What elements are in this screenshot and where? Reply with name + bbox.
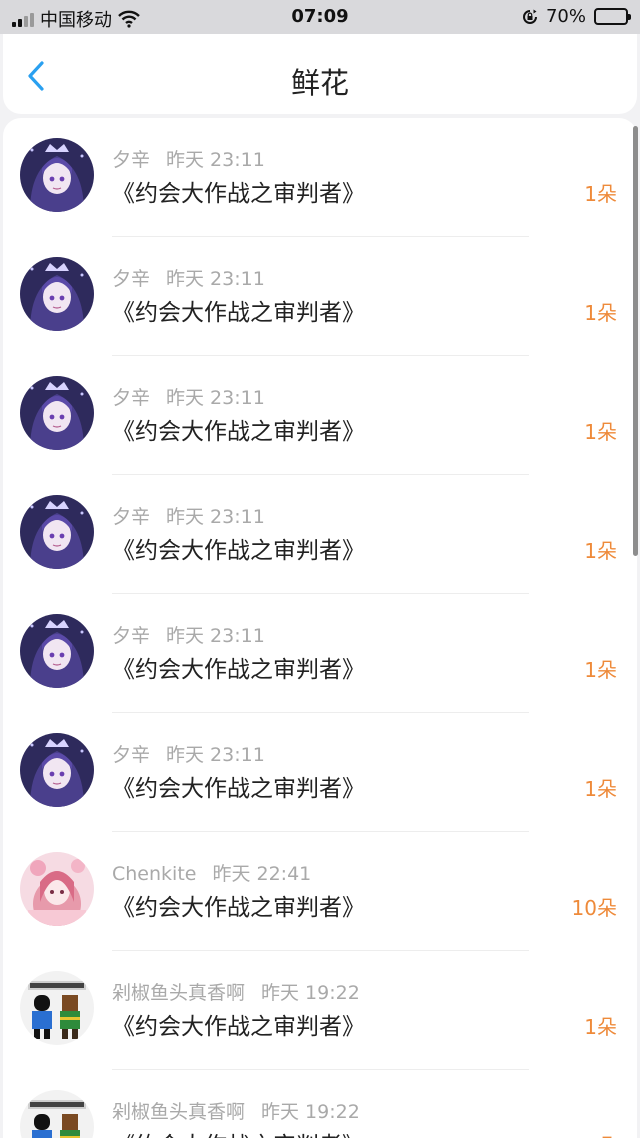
flower-count: 10朵: [571, 896, 617, 920]
flower-count: 1朵: [584, 658, 617, 682]
list-item[interactable]: 剁椒鱼头真香啊昨天 19:22《约会大作战之审判者》1朵: [3, 951, 637, 1070]
work-title[interactable]: 《约会大作战之审判者》: [112, 1126, 365, 1138]
list-item[interactable]: 夕辛 昨天 23:11 《约会大作战之审判者》 1朵: [3, 713, 637, 832]
username[interactable]: 剁椒鱼头真香啊: [112, 982, 245, 1004]
work-title[interactable]: 《约会大作战之审判者》: [112, 650, 365, 684]
work-title[interactable]: 《约会大作战之审判者》: [112, 531, 365, 565]
timestamp: 昨天 19:22: [261, 982, 360, 1004]
orientation-lock-icon: [523, 9, 537, 24]
username[interactable]: Chenkite: [112, 863, 196, 885]
work-title[interactable]: 《约会大作战之审判者》: [112, 888, 365, 922]
pixel-characters-avatar[interactable]: [20, 1090, 94, 1138]
flower-list: 夕辛 昨天 23:11 《约会大作战之审判者》 1朵 夕辛 昨天 23:11 《约会大作战之…: [3, 118, 637, 1138]
flower-count: 1朵: [584, 420, 617, 444]
username[interactable]: 夕辛: [112, 625, 150, 647]
status-bar: 中国移动 07:09 70%: [0, 0, 640, 34]
anime-girl-purple-avatar[interactable]: [20, 495, 94, 569]
timestamp: 昨天 23:11: [166, 149, 265, 171]
list-item[interactable]: 夕辛 昨天 23:11 《约会大作战之审判者》 1朵: [3, 237, 637, 356]
battery-percent: 70%: [545, 6, 586, 27]
username[interactable]: 夕辛: [112, 506, 150, 528]
scrollbar[interactable]: [633, 126, 638, 556]
item-meta: 夕辛 昨天 23:11: [112, 383, 265, 410]
flower-count: 1朵: [584, 1130, 617, 1138]
work-title[interactable]: 《约会大作战之审判者》: [112, 293, 365, 327]
username[interactable]: 夕辛: [112, 268, 150, 290]
list-item[interactable]: Chenkite 昨天 22:41 《约会大作战之审判者》 10朵: [3, 832, 637, 951]
list-item[interactable]: 夕辛 昨天 23:11 《约会大作战之审判者》 1朵: [3, 118, 637, 237]
timestamp: 昨天 23:11: [166, 387, 265, 409]
item-meta: 夕辛 昨天 23:11: [112, 621, 265, 648]
list-item[interactable]: 夕辛 昨天 23:11 《约会大作战之审判者》 1朵: [3, 475, 637, 594]
item-meta: 剁椒鱼头真香啊 昨天 19:22: [112, 1097, 360, 1124]
anime-girl-purple-avatar[interactable]: [20, 733, 94, 807]
item-meta: 夕辛 昨天 23:11: [112, 264, 265, 291]
timestamp: 昨天 23:11: [166, 744, 265, 766]
flower-count: 1朵: [584, 1015, 617, 1039]
item-meta: 剁椒鱼头真香啊 昨天 19:22: [112, 978, 360, 1005]
status-right: 70%: [522, 6, 631, 27]
anime-girl-purple-avatar[interactable]: [20, 614, 94, 688]
timestamp: 昨天 23:11: [166, 506, 265, 528]
timestamp: 昨天 23:11: [166, 625, 265, 647]
flower-count: 1朵: [584, 539, 617, 563]
timestamp: 昨天 23:11: [166, 268, 265, 290]
timestamp: 昨天 22:41: [212, 863, 312, 885]
list-item[interactable]: 夕辛 昨天 23:11 《约会大作战之审判者》 1朵: [3, 356, 637, 475]
list-item[interactable]: 剁椒鱼头真香啊昨天 19:22 《约会大作战之审判者》 1朵: [3, 1070, 637, 1138]
anime-girl-purple-avatar[interactable]: [20, 376, 94, 450]
work-title[interactable]: 《约会大作战之审判者》: [112, 174, 365, 208]
username[interactable]: 剁椒鱼头真香啊: [112, 1101, 245, 1123]
list-item[interactable]: 夕辛 昨天 23:11 《约会大作战之审判者》 1朵: [3, 594, 637, 713]
anime-girl-purple-avatar[interactable]: [20, 257, 94, 331]
work-title[interactable]: 《约会大作战之审判者》: [112, 769, 365, 803]
work-title[interactable]: 《约会大作战之审判者》: [112, 412, 365, 446]
work-title[interactable]: 《约会大作战之审判者》: [112, 1007, 365, 1041]
page-title: 鲜花: [290, 66, 349, 100]
timestamp: 昨天 19:22: [261, 1101, 360, 1123]
anime-girl-pink-avatar[interactable]: [20, 852, 94, 926]
pixel-characters-avatar[interactable]: [20, 971, 94, 1045]
item-meta: Chenkite 昨天 22:41: [112, 859, 311, 886]
battery-icon: [594, 8, 631, 25]
flower-count: 1朵: [584, 301, 617, 325]
item-meta: 夕辛 昨天 23:11: [112, 740, 265, 767]
flower-count: 1朵: [584, 182, 617, 206]
anime-girl-purple-avatar[interactable]: [20, 138, 94, 212]
username[interactable]: 夕辛: [112, 149, 150, 171]
username[interactable]: 夕辛: [112, 744, 150, 766]
username[interactable]: 夕辛: [112, 387, 150, 409]
item-meta: 夕辛 昨天 23:11: [112, 502, 265, 529]
flower-count: 1朵: [584, 777, 617, 801]
nav-bar: 鲜花: [3, 34, 637, 114]
item-meta: 夕辛 昨天 23:11: [112, 145, 265, 172]
